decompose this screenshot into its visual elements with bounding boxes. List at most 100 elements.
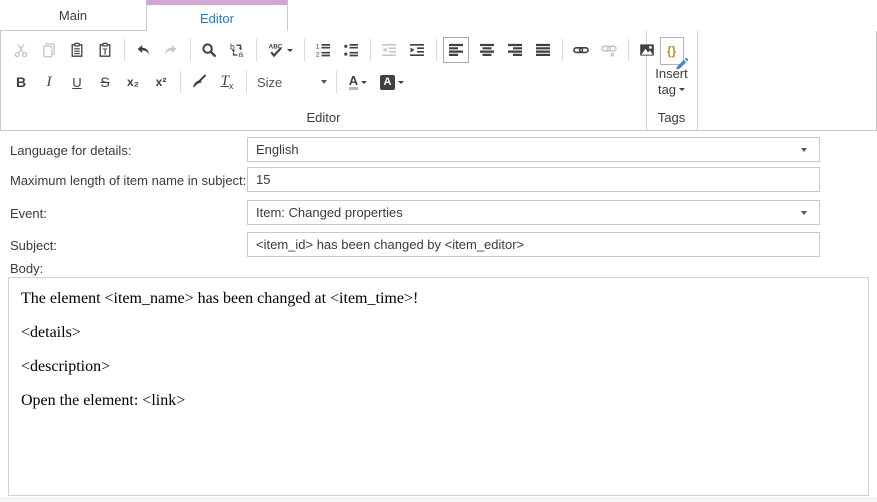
toolbar-separator	[124, 39, 125, 61]
remove-link-button[interactable]	[597, 38, 621, 62]
outdent-button[interactable]	[377, 38, 401, 62]
toolbar-separator	[304, 39, 305, 61]
justify-button[interactable]	[531, 38, 555, 62]
tab-main-label: Main	[59, 8, 87, 23]
language-for-details-label: Language for details:	[10, 143, 131, 158]
italic-label: I	[47, 74, 52, 91]
align-center-button[interactable]	[475, 38, 499, 62]
brush-icon	[191, 74, 207, 90]
outdent-icon	[381, 42, 397, 58]
footer-strip	[0, 497, 877, 502]
strikethrough-label: S	[100, 74, 109, 90]
search-icon	[201, 42, 217, 58]
subject-label: Subject:	[10, 238, 57, 253]
editor-settings-window: Main Editor	[0, 0, 877, 502]
background-color-icon: A	[380, 75, 395, 90]
paste-button[interactable]	[65, 38, 89, 62]
strikethrough-button[interactable]: S	[93, 70, 117, 94]
background-color-button[interactable]: A	[377, 70, 407, 94]
language-dropdown[interactable]: English	[247, 137, 820, 162]
paste-as-text-icon: T	[97, 42, 113, 58]
ordered-list-icon: 1 2	[315, 42, 331, 58]
svg-text:a: a	[239, 49, 244, 58]
superscript-label: x²	[156, 75, 167, 89]
insert-link-button[interactable]	[569, 38, 593, 62]
svg-text:1: 1	[316, 44, 320, 51]
find-replace-icon: b a	[229, 42, 245, 58]
toolbar-separator	[256, 39, 257, 61]
find-button[interactable]	[197, 38, 221, 62]
font-color-button[interactable]: A	[343, 70, 373, 94]
subscript-label: x₂	[127, 75, 139, 89]
toolbar-separator	[562, 39, 563, 61]
body-label: Body:	[10, 261, 43, 276]
editor-group-label: Editor	[1, 110, 646, 125]
toolbar-row-1: T	[9, 36, 691, 64]
toolbar-separator	[190, 39, 191, 61]
chevron-down-icon	[801, 211, 807, 215]
insert-tag-label-2: tag	[658, 82, 676, 97]
redo-button[interactable]	[159, 38, 183, 62]
chevron-down-icon	[321, 80, 327, 84]
undo-icon	[135, 42, 151, 58]
unlink-icon	[601, 42, 617, 58]
language-value: English	[256, 142, 801, 157]
link-icon	[573, 42, 589, 58]
indent-icon	[409, 42, 425, 58]
bold-label: B	[16, 74, 26, 90]
italic-button[interactable]: I	[37, 70, 61, 94]
underline-label: U	[72, 75, 81, 90]
undo-button[interactable]	[131, 38, 155, 62]
chevron-down-icon	[287, 49, 293, 52]
tab-editor-label: Editor	[200, 11, 234, 26]
group-separator	[697, 31, 698, 130]
find-and-replace-button[interactable]: b a	[225, 38, 249, 62]
body-paragraph: Open the element: <link>	[21, 391, 856, 410]
copy-button[interactable]	[37, 38, 61, 62]
align-right-button[interactable]	[503, 38, 527, 62]
font-color-icon: A	[349, 74, 358, 90]
toolbar-separator	[180, 71, 181, 93]
chevron-down-icon	[398, 81, 404, 84]
clear-formatting-icon: Tx	[221, 72, 234, 91]
cut-icon	[13, 42, 29, 58]
underline-button[interactable]: U	[65, 70, 89, 94]
tab-editor[interactable]: Editor	[146, 0, 288, 31]
clear-formatting-button[interactable]: Tx	[215, 70, 239, 94]
max-length-label: Maximum length of item name in subject:	[10, 173, 246, 188]
bold-button[interactable]: B	[9, 70, 33, 94]
insert-tag-button[interactable]: {} Insert tag	[646, 35, 697, 107]
format-painter-button[interactable]	[187, 70, 211, 94]
insert-tag-icon: {}	[660, 37, 684, 65]
subject-input[interactable]	[247, 232, 820, 257]
paste-as-text-button[interactable]: T	[93, 38, 117, 62]
unordered-list-button[interactable]	[339, 38, 363, 62]
unordered-list-icon	[343, 42, 359, 58]
align-left-icon	[448, 42, 464, 58]
indent-button[interactable]	[405, 38, 429, 62]
subscript-button[interactable]: x₂	[121, 70, 145, 94]
ordered-list-button[interactable]: 1 2	[311, 38, 335, 62]
event-value: Item: Changed properties	[256, 205, 801, 220]
font-size-dropdown[interactable]: Size	[253, 70, 331, 94]
spellcheck-icon: ABC	[268, 42, 284, 58]
align-center-icon	[479, 42, 495, 58]
superscript-button[interactable]: x²	[149, 70, 173, 94]
body-paragraph: <description>	[21, 357, 856, 376]
chevron-down-icon	[361, 81, 367, 84]
body-paragraph: <details>	[21, 323, 856, 342]
toolbar-separator	[436, 39, 437, 61]
body-paragraph: The element <item_name> has been changed…	[21, 289, 856, 308]
event-dropdown[interactable]: Item: Changed properties	[247, 200, 820, 225]
cut-button[interactable]	[9, 38, 33, 62]
paste-icon	[69, 42, 85, 58]
max-length-input[interactable]	[247, 167, 820, 192]
chevron-down-icon	[801, 148, 807, 152]
body-editor[interactable]: The element <item_name> has been changed…	[8, 277, 869, 496]
toolbar-separator	[336, 71, 337, 93]
tab-main[interactable]: Main	[0, 0, 146, 31]
align-left-button[interactable]	[443, 37, 469, 63]
justify-icon	[535, 42, 551, 58]
spellcheck-button[interactable]: ABC	[263, 38, 297, 62]
redo-icon	[163, 42, 179, 58]
